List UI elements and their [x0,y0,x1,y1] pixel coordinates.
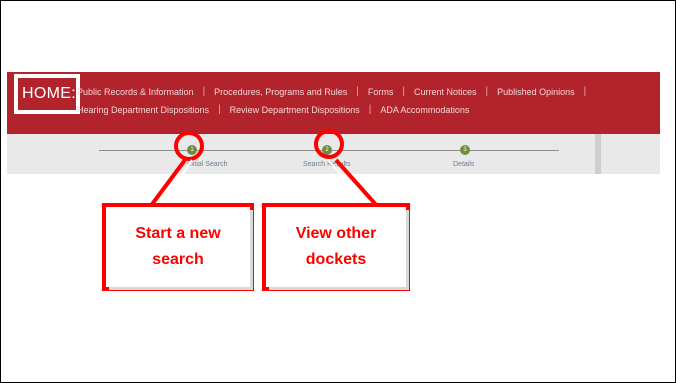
nav-current-notices[interactable]: Current Notices [414,87,477,97]
nav-separator: | [368,104,372,115]
nav-separator: | [402,86,405,97]
highlight-circle-step-2 [314,129,344,159]
callout-start-new-search-line2: search [152,251,204,268]
nav-procedures[interactable]: Procedures, Programs and Rules [214,87,347,97]
callout-start-new-search: Start a new search [102,203,254,291]
step-2-label[interactable]: Search Results [303,161,350,168]
home-highlight-box: HOME: [14,74,80,114]
nav-hearing-dispositions[interactable]: Hearing Department Dispositions [77,105,209,115]
callout-view-other-dockets-line1: View other [295,225,377,242]
step-3-label: Details [453,161,475,168]
callout-view-other-dockets: View other dockets [262,203,410,291]
step-3-dot[interactable]: 3 [460,145,470,155]
nav-separator: | [356,86,359,97]
nav-review-dispositions[interactable]: Review Department Dispositions [230,105,360,115]
nav-published-opinions[interactable]: Published Opinions [497,87,575,97]
nav-row-1: Public Records & Information | Procedure… [77,86,595,97]
callout-view-other-dockets-line2: dockets [305,251,367,268]
nav-separator: | [218,104,221,115]
nav-public-records[interactable]: Public Records & Information [77,87,194,97]
site-navbar: HOME: Public Records & Information | Pro… [7,72,660,134]
scrollbar[interactable] [595,134,601,174]
nav-forms[interactable]: Forms [368,87,394,97]
highlight-circle-step-1 [174,131,204,161]
nav-ada-accommodations[interactable]: ADA Accommodations [380,105,469,115]
screenshot-frame [0,0,676,383]
nav-separator: | [583,86,587,97]
callout-start-new-search-line1: Start a new [135,225,221,242]
home-link[interactable]: HOME: [22,85,76,103]
nav-separator: | [202,86,206,97]
nav-row-2: Hearing Department Dispositions | Review… [77,104,469,115]
step-1-label[interactable]: Initial Search [187,161,227,168]
nav-separator: | [485,86,489,97]
